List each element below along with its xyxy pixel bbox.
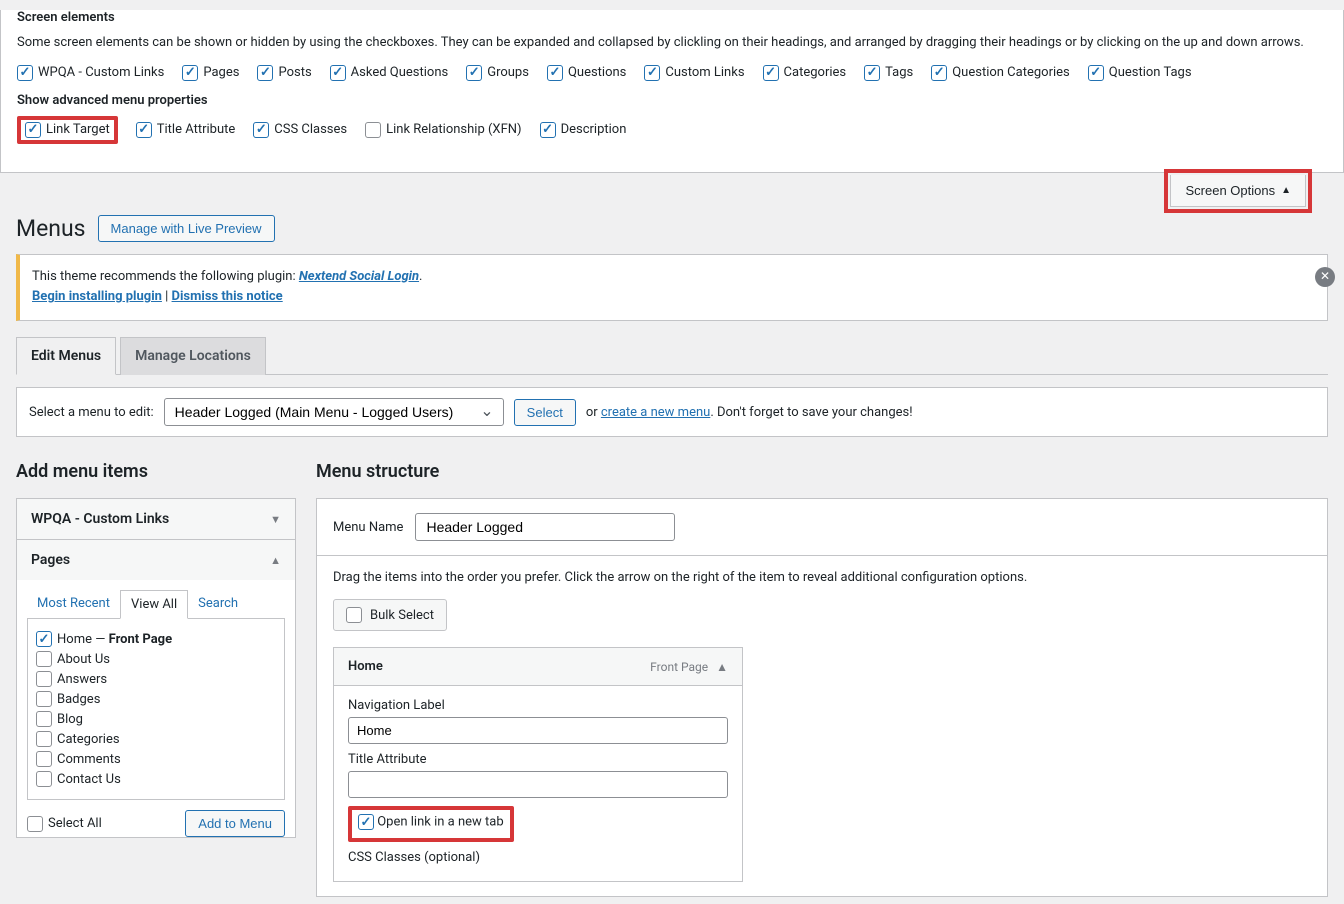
close-icon[interactable]: ✕ xyxy=(1315,267,1335,287)
screen-element-checkbox[interactable]: Asked Questions xyxy=(330,65,449,81)
drag-help-text: Drag the items into the order you prefer… xyxy=(333,570,1311,585)
css-classes-label: CSS Classes (optional) xyxy=(348,850,728,865)
select-menu-label: Select a menu to edit: xyxy=(29,405,154,420)
adv-prop-checkbox[interactable]: Description xyxy=(540,116,627,144)
acc-pages-body: Most Recent View All Search Home — Front… xyxy=(17,580,295,837)
page-checkbox[interactable]: Answers xyxy=(36,671,276,687)
advanced-props-checkboxes: Link Target Title Attribute CSS Classes Lin… xyxy=(17,116,1327,144)
page-title-row: Menus Manage with Live Preview xyxy=(0,215,1344,254)
screen-elements-checkboxes: WPQA - Custom Links Pages Posts Asked Quest… xyxy=(17,65,1327,81)
triangle-up-icon: ▲ xyxy=(1281,185,1291,196)
live-preview-button[interactable]: Manage with Live Preview xyxy=(98,215,275,242)
screen-element-checkbox[interactable]: Custom Links xyxy=(644,65,744,81)
screen-options-toggle[interactable]: Screen Options ▲ xyxy=(1170,175,1306,207)
menu-select-wrap: Header Logged (Main Menu - Logged Users) xyxy=(164,398,504,426)
screen-element-checkbox[interactable]: Question Categories xyxy=(931,65,1070,81)
title-attr-label: Title Attribute xyxy=(348,752,728,767)
acc-wpqa-custom-links[interactable]: WPQA - Custom Links ▼ xyxy=(17,499,295,540)
select-all-checkbox[interactable]: Select All xyxy=(27,816,102,832)
page-checkbox[interactable]: Comments xyxy=(36,751,276,767)
notice-text: This theme recommends the following plug… xyxy=(32,269,299,284)
menu-structure-box: Menu Name Drag the items into the order … xyxy=(316,498,1328,897)
chevron-down-icon: ▼ xyxy=(270,513,281,526)
tab-manage-locations[interactable]: Manage Locations xyxy=(120,337,266,375)
menu-item-head[interactable]: Home Front Page ▲ xyxy=(334,648,742,686)
page-checkbox[interactable]: Home — Front Page xyxy=(36,631,276,647)
title-attr-input[interactable] xyxy=(348,771,728,798)
screen-options-panel: Screen elements Some screen elements can… xyxy=(0,10,1344,173)
adv-prop-checkbox[interactable]: Link Target xyxy=(25,122,110,138)
screen-element-checkbox[interactable]: Pages xyxy=(182,65,239,81)
content-columns: Add menu items WPQA - Custom Links ▼ Pag… xyxy=(0,461,1344,897)
advanced-props-heading: Show advanced menu properties xyxy=(17,93,1327,108)
menu-name-label: Menu Name xyxy=(333,520,403,535)
screen-element-checkbox[interactable]: Question Tags xyxy=(1088,65,1192,81)
screen-elements-heading: Screen elements xyxy=(17,10,1327,25)
page-checkbox[interactable]: About Us xyxy=(36,651,276,667)
menu-structure-heading: Menu structure xyxy=(316,461,1328,482)
chevron-up-icon: ▲ xyxy=(270,554,281,567)
create-menu-link[interactable]: create a new menu xyxy=(601,405,710,420)
highlight-box: Link Target xyxy=(17,116,118,144)
screen-element-checkbox[interactable]: Categories xyxy=(763,65,847,81)
pages-mini-tabs: Most Recent View All Search xyxy=(27,590,285,619)
chevron-up-icon: ▲ xyxy=(716,660,728,674)
menu-name-input[interactable] xyxy=(415,513,675,541)
menu-structure-col: Menu structure Menu Name Drag the items … xyxy=(316,461,1328,897)
page-checkbox[interactable]: Categories xyxy=(36,731,276,747)
nav-label-label: Navigation Label xyxy=(348,698,728,713)
open-new-tab-checkbox[interactable]: Open link in a new tab xyxy=(358,814,504,830)
menu-item-title: Home xyxy=(348,659,383,674)
page-checkbox[interactable]: Contact Us xyxy=(36,771,276,787)
page-checkbox[interactable]: Blog xyxy=(36,711,276,727)
menu-body: Drag the items into the order you prefer… xyxy=(317,556,1327,896)
pages-list: Home — Front Page About Us Answers Badges Bl… xyxy=(27,619,285,800)
screen-elements-desc: Some screen elements can be shown or hid… xyxy=(17,33,1327,53)
plugin-notice: This theme recommends the following plug… xyxy=(16,254,1328,322)
screen-element-checkbox[interactable]: Tags xyxy=(864,65,913,81)
adv-prop-checkbox[interactable]: Link Relationship (XFN) xyxy=(365,116,521,144)
select-button[interactable]: Select xyxy=(514,399,576,426)
bulk-select-toggle[interactable]: Bulk Select xyxy=(333,599,447,631)
highlight-box: Screen Options ▲ xyxy=(1164,169,1312,213)
nav-tabs: Edit Menus Manage Locations xyxy=(16,337,1328,375)
screen-element-checkbox[interactable]: Posts xyxy=(257,65,311,81)
add-menu-items-col: Add menu items WPQA - Custom Links ▼ Pag… xyxy=(16,461,296,897)
begin-install-link[interactable]: Begin installing plugin xyxy=(32,289,162,304)
screen-options-label: Screen Options xyxy=(1185,183,1275,198)
menu-select-row: Select a menu to edit: Header Logged (Ma… xyxy=(16,387,1328,437)
nav-label-input[interactable] xyxy=(348,717,728,744)
menu-name-row: Menu Name xyxy=(317,499,1327,556)
adv-prop-checkbox[interactable]: CSS Classes xyxy=(253,116,347,144)
menu-item-meta: Front Page ▲ xyxy=(650,660,728,674)
add-to-menu-button[interactable]: Add to Menu xyxy=(185,810,285,837)
page-checkbox[interactable]: Badges xyxy=(36,691,276,707)
add-to-menu-row: Select All Add to Menu xyxy=(27,800,285,837)
highlight-box: Open link in a new tab xyxy=(348,806,514,842)
screen-element-checkbox[interactable]: Questions xyxy=(547,65,626,81)
screen-element-checkbox[interactable]: Groups xyxy=(466,65,529,81)
menu-item-home: Home Front Page ▲ Navigation Label Title… xyxy=(333,647,743,882)
tab-most-recent[interactable]: Most Recent xyxy=(27,590,120,618)
add-items-heading: Add menu items xyxy=(16,461,296,482)
menu-item-body: Navigation Label Title Attribute Open li… xyxy=(334,686,742,881)
acc-pages[interactable]: Pages ▲ xyxy=(17,540,295,580)
adv-prop-checkbox[interactable]: Title Attribute xyxy=(136,116,236,144)
screen-element-checkbox[interactable]: WPQA - Custom Links xyxy=(17,65,164,81)
screen-options-tab-container: Screen Options ▲ xyxy=(0,173,1344,215)
tab-view-all[interactable]: View All xyxy=(120,590,188,619)
dismiss-link[interactable]: Dismiss this notice xyxy=(172,289,283,304)
accordion-sections: WPQA - Custom Links ▼ Pages ▲ Most Recen… xyxy=(16,498,296,838)
page-title: Menus xyxy=(16,215,86,242)
tab-search[interactable]: Search xyxy=(188,590,248,618)
plugin-link[interactable]: Nextend Social Login xyxy=(299,269,419,284)
tab-edit-menus[interactable]: Edit Menus xyxy=(16,337,116,375)
menu-select[interactable]: Header Logged (Main Menu - Logged Users) xyxy=(164,398,504,426)
